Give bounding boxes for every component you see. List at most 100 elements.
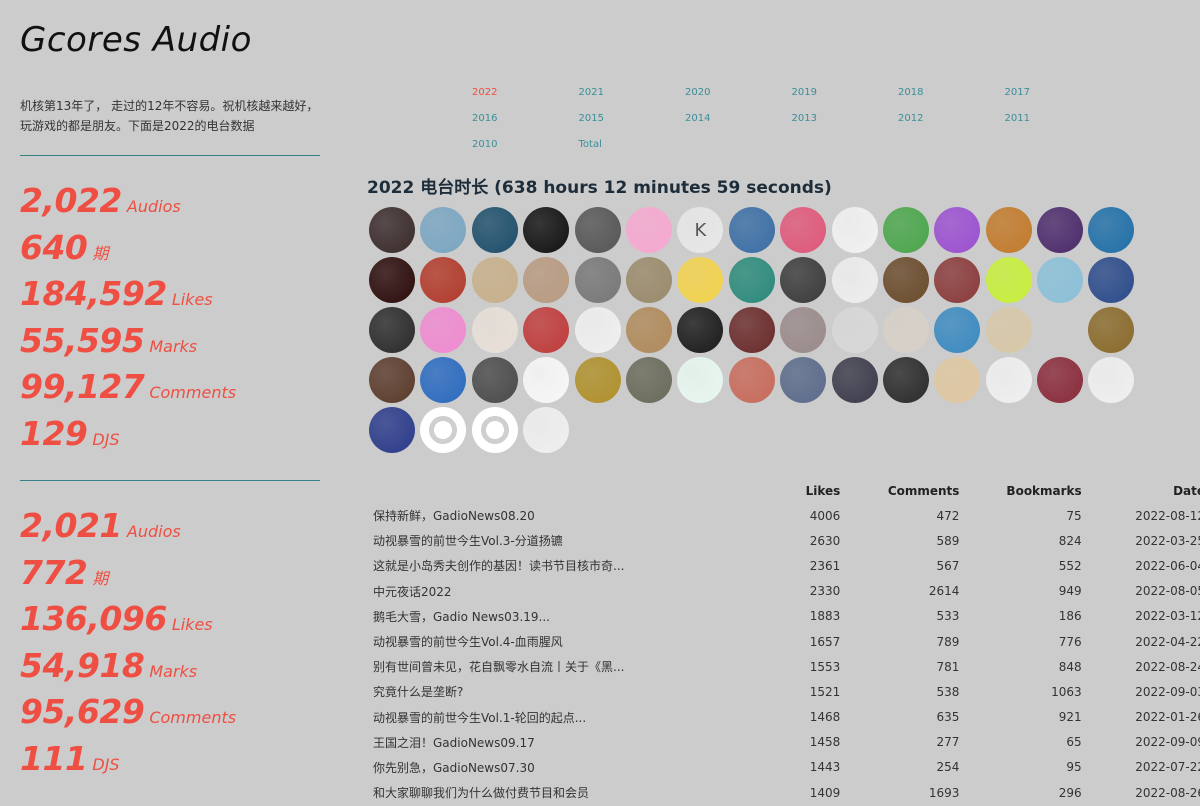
emblem-avatar[interactable]: [523, 307, 570, 353]
date-cell: 2022-08-24: [1135, 659, 1200, 674]
white-dog-avatar[interactable]: [934, 307, 981, 353]
rainbow-avatar[interactable]: [934, 207, 981, 253]
episode-title[interactable]: 动视暴雪的前世今生Vol.1-轮回的起点...: [367, 705, 701, 730]
lion-avatar[interactable]: [1088, 307, 1135, 353]
bald-man-avatar[interactable]: [780, 307, 827, 353]
girl-avatar[interactable]: [523, 257, 570, 303]
year-link-2021[interactable]: 2021: [579, 86, 686, 100]
episode-title[interactable]: 鹅毛大雪，Gadio News03.19...: [367, 604, 701, 629]
year-link-2013[interactable]: 2013: [792, 112, 899, 126]
episode-title[interactable]: 保持新鲜，GadioNews08.20: [367, 503, 701, 528]
purple-avatar[interactable]: [1037, 207, 1084, 253]
year-link-2014[interactable]: 2014: [685, 112, 792, 126]
mario-avatar[interactable]: [420, 257, 467, 303]
year-link-2019[interactable]: 2019: [792, 86, 899, 100]
manga-avatar[interactable]: [574, 207, 621, 253]
anime-group-avatar[interactable]: [1037, 357, 1084, 403]
stat-audios: 2,022 Audios: [20, 181, 330, 228]
sketch-avatar[interactable]: [471, 257, 518, 303]
cartoon-face-avatar[interactable]: [677, 257, 724, 303]
episode-title[interactable]: 别有世间曾未见，花自飘零水自流丨关于《黑...: [367, 654, 701, 679]
dark-figure-avatar[interactable]: [831, 357, 878, 403]
doodle-avatar[interactable]: [831, 207, 878, 253]
red-creature-avatar[interactable]: [523, 407, 570, 453]
logo-text-avatar[interactable]: [985, 357, 1032, 403]
isaac-avatar[interactable]: [728, 357, 775, 403]
episode-title[interactable]: 中元夜话2022: [367, 579, 701, 604]
lime-avatar[interactable]: [985, 257, 1032, 303]
portal-avatar[interactable]: [471, 207, 518, 253]
black-cat-avatar[interactable]: [677, 307, 724, 353]
green-logo-avatar[interactable]: [677, 357, 724, 403]
eye-avatar[interactable]: [420, 207, 467, 253]
cup-avatar[interactable]: [369, 357, 415, 403]
mask-avatar[interactable]: [471, 307, 518, 353]
shiba-avatar[interactable]: [934, 357, 981, 403]
year-link-total[interactable]: Total: [579, 138, 686, 152]
knight-avatar[interactable]: [985, 307, 1032, 353]
armor-avatar[interactable]: [471, 357, 518, 403]
episode-title[interactable]: 你先别急，GadioNews07.30: [367, 755, 701, 780]
black-cat2-avatar[interactable]: [882, 357, 929, 403]
guitar-avatar[interactable]: [728, 257, 775, 303]
header-bookmarks[interactable]: Bookmarks: [959, 478, 1081, 503]
stat-djs: 129 DJS: [20, 414, 330, 461]
pony-avatar[interactable]: [625, 207, 672, 253]
sign-avatar[interactable]: [831, 257, 878, 303]
year-link-2011[interactable]: 2011: [1005, 112, 1112, 126]
figure-avatar[interactable]: [625, 257, 672, 303]
header-comments[interactable]: Comments: [840, 478, 960, 503]
dice-avatar[interactable]: [1088, 257, 1135, 303]
empty-ring-avatar[interactable]: [420, 407, 467, 453]
bw-man-avatar[interactable]: [574, 257, 621, 303]
year-link-2022[interactable]: 2022: [472, 86, 579, 100]
pixel-face-avatar[interactable]: [1088, 357, 1135, 403]
cat-avatar[interactable]: [882, 307, 929, 353]
robot-avatar[interactable]: [369, 407, 415, 453]
dancer-avatar[interactable]: [1037, 307, 1084, 353]
year-link-2015[interactable]: 2015: [579, 112, 686, 126]
gradient-avatar[interactable]: [780, 357, 827, 403]
icecream-avatar[interactable]: [420, 307, 467, 353]
soldier-avatar[interactable]: [625, 357, 672, 403]
episode-title[interactable]: 动视暴雪的前世今生Vol.3-分道扬镳: [367, 528, 701, 553]
pattern-avatar[interactable]: [728, 207, 775, 253]
year-link-2018[interactable]: 2018: [898, 86, 1005, 100]
penguin-avatar[interactable]: [420, 357, 467, 403]
year-link-2012[interactable]: 2012: [898, 112, 1005, 126]
episode-title[interactable]: 究竟什么是垄断?: [367, 679, 701, 704]
cola-avatar[interactable]: [369, 257, 415, 303]
redhair-avatar[interactable]: [934, 257, 981, 303]
episode-title[interactable]: 和大家聊聊我们为什么做付费节目和会员: [367, 780, 701, 805]
manga-face-avatar[interactable]: [574, 307, 621, 353]
comments-cell: 635: [936, 710, 960, 725]
wave-avatar[interactable]: [523, 207, 570, 253]
episode-title[interactable]: 这就是小岛秀夫创作的基因！读书节目核市奇...: [367, 553, 701, 578]
blonde-avatar[interactable]: [985, 207, 1032, 253]
anime-avatar[interactable]: [831, 307, 878, 353]
empty-ring-avatar[interactable]: [471, 407, 518, 453]
year-link-2020[interactable]: 2020: [685, 86, 792, 100]
year-link-2010[interactable]: 2010: [472, 138, 579, 152]
dark-art-avatar[interactable]: [369, 307, 415, 353]
pink-pony-avatar[interactable]: [780, 207, 827, 253]
blonde-woman-avatar[interactable]: [625, 307, 672, 353]
room-avatar[interactable]: [882, 257, 929, 303]
stat-unit: DJS: [92, 429, 120, 449]
coin-avatar[interactable]: [574, 357, 621, 403]
k-logo-avatar[interactable]: K: [677, 207, 724, 253]
header-date[interactable]: Date: [1082, 478, 1200, 503]
witch-avatar[interactable]: [369, 207, 415, 253]
frog-avatar[interactable]: [882, 207, 929, 253]
crowd-avatar[interactable]: [728, 307, 775, 353]
year-link-2017[interactable]: 2017: [1005, 86, 1112, 100]
episode-title[interactable]: 王国之泪！GadioNews09.17: [367, 730, 701, 755]
man-avatar[interactable]: [780, 257, 827, 303]
bird-avatar[interactable]: [1088, 207, 1135, 253]
stat-unit: DJS: [92, 754, 120, 774]
sky-avatar[interactable]: [1037, 257, 1084, 303]
year-link-2016[interactable]: 2016: [472, 112, 579, 126]
episode-title[interactable]: 动视暴雪的前世今生Vol.4-血雨腥风: [367, 629, 701, 654]
diagram-avatar[interactable]: [523, 357, 570, 403]
header-likes[interactable]: Likes: [701, 478, 841, 503]
